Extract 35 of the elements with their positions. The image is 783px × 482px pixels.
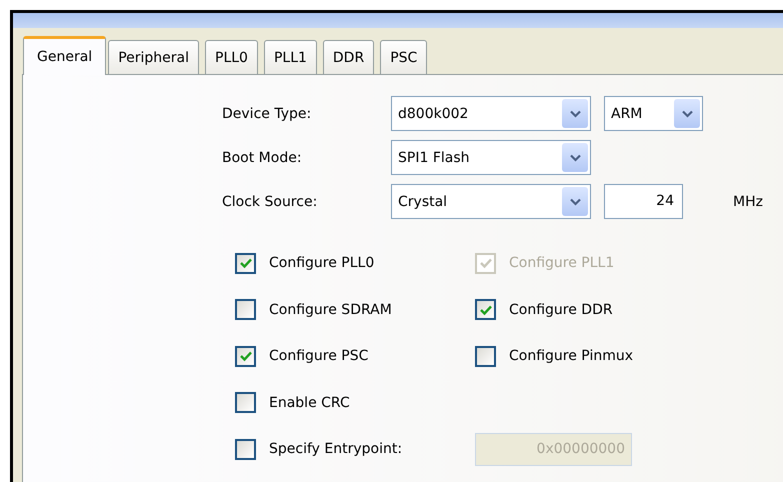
checkbox-label: Configure PSC — [269, 348, 368, 364]
checkbox[interactable] — [235, 438, 256, 460]
check-icon — [238, 350, 252, 362]
checkbox-label: Specify Entrypoint: — [269, 441, 402, 458]
tab[interactable]: General — [23, 36, 106, 75]
field-label: Device Type: — [222, 106, 312, 122]
checkbox[interactable] — [235, 346, 256, 367]
field-label: Boot Mode: — [222, 150, 303, 166]
dropdown[interactable]: ARM — [604, 96, 703, 131]
field-label: Clock Source: — [222, 194, 318, 210]
tab[interactable]: PLL0 — [205, 40, 258, 74]
dropdown[interactable]: d800k002 — [391, 96, 591, 131]
dropdown[interactable]: Crystal — [391, 184, 591, 219]
checkbox-label: Enable CRC — [269, 394, 350, 411]
checkbox[interactable] — [235, 299, 256, 320]
entrypoint-field: 0x00000000 — [475, 432, 632, 466]
checkbox[interactable] — [475, 346, 496, 367]
dropdown[interactable]: SPI1 Flash — [391, 140, 591, 175]
checkbox-label: Configure PLL0 — [269, 255, 374, 272]
tab[interactable]: PLL1 — [264, 40, 317, 74]
checkbox[interactable] — [235, 252, 256, 274]
tab[interactable]: PSC — [380, 40, 428, 74]
number-field[interactable]: 24 — [604, 184, 683, 219]
checkbox-label: Configure DDR — [509, 302, 613, 318]
tab[interactable]: Peripheral — [108, 40, 199, 74]
checkbox[interactable] — [475, 299, 496, 320]
checkbox[interactable] — [235, 392, 256, 414]
check-icon — [238, 257, 252, 270]
tab[interactable]: DDR — [322, 40, 374, 74]
checkbox-label: Configure PLL1 — [509, 255, 614, 272]
unit-label: MHz — [733, 194, 763, 210]
check-icon — [478, 257, 492, 270]
checkbox-label: Configure SDRAM — [269, 302, 392, 318]
check-icon — [478, 304, 492, 316]
checkbox-label: Configure Pinmux — [509, 348, 633, 364]
